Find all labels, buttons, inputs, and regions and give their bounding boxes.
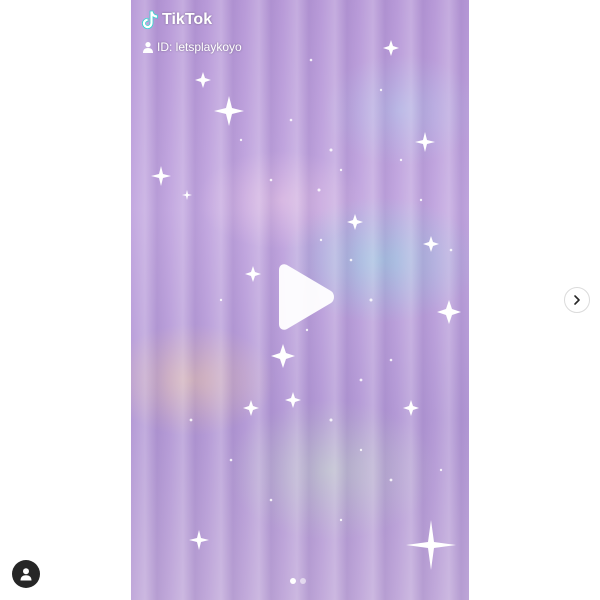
tiktok-user-id: ID: letsplaykoyo — [142, 40, 242, 54]
play-icon — [279, 264, 334, 330]
tiktok-watermark: TikTok — [141, 10, 212, 30]
tagged-people-button[interactable] — [12, 560, 40, 588]
carousel-dot-2 — [300, 578, 306, 584]
chevron-right-icon — [574, 295, 580, 305]
post-viewer: TikTok ID: letsplaykoyo — [0, 0, 600, 600]
next-slide-button[interactable] — [564, 287, 590, 313]
play-button[interactable] — [269, 262, 337, 332]
carousel-indicator — [290, 578, 306, 584]
user-id-text: ID: letsplaykoyo — [157, 40, 242, 54]
tiktok-note-icon — [141, 10, 158, 30]
user-icon — [143, 42, 153, 53]
person-tag-icon — [20, 568, 32, 581]
tiktok-brand-text: TikTok — [162, 11, 213, 28]
carousel-dot-1 — [290, 578, 296, 584]
